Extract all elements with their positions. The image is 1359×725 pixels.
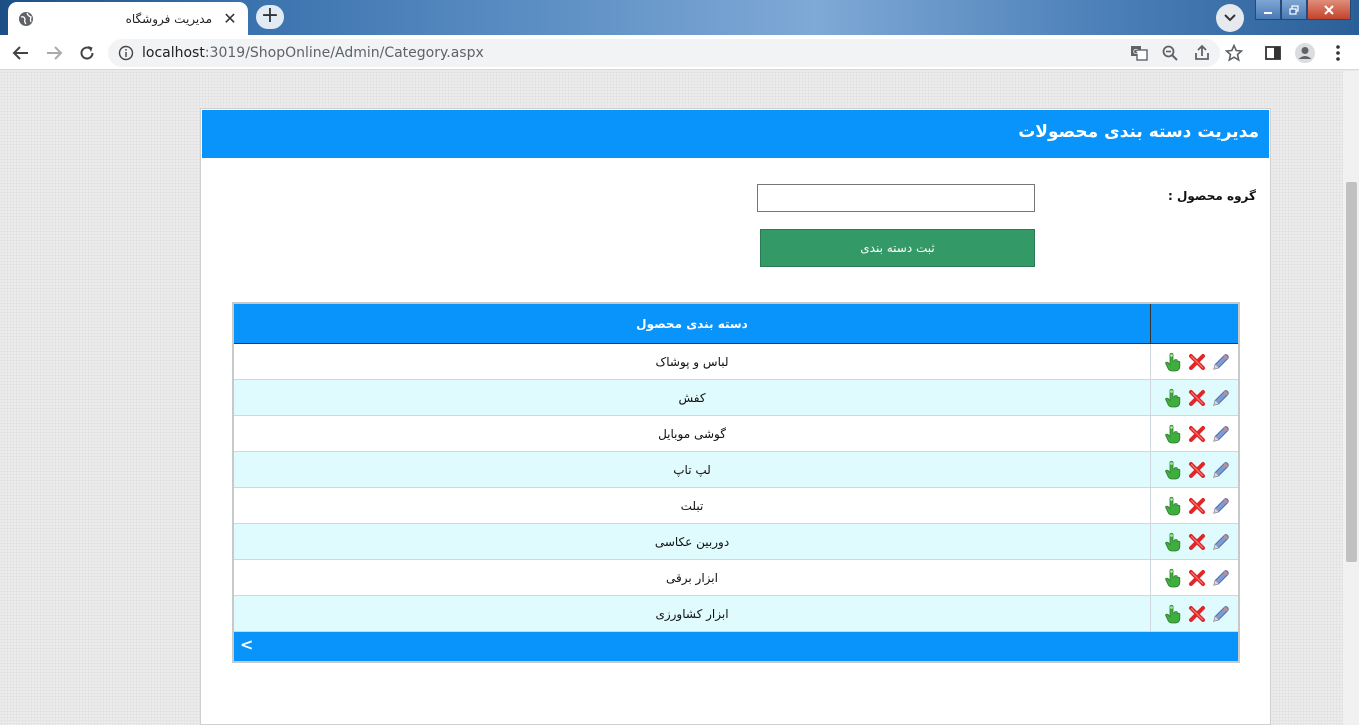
translate-icon[interactable]: G bbox=[1128, 42, 1150, 64]
address-bar[interactable]: localhost:3019/ShopOnline/Admin/Category… bbox=[108, 39, 1220, 67]
select-hand-icon[interactable] bbox=[1162, 459, 1183, 480]
category-name-cell: لپ تاپ bbox=[673, 462, 711, 477]
globe-icon bbox=[18, 11, 34, 27]
delete-x-icon[interactable] bbox=[1186, 531, 1207, 552]
profile-avatar-icon[interactable] bbox=[1294, 42, 1316, 64]
browser-tab[interactable]: مدیریت فروشگاه ✕ bbox=[8, 2, 248, 35]
table-row: دوربین عکاسی bbox=[234, 524, 1238, 560]
browser-toolbar: localhost:3019/ShopOnline/Admin/Category… bbox=[0, 35, 1359, 70]
table-row: لپ تاپ bbox=[234, 452, 1238, 488]
pager-next-link[interactable]: < bbox=[240, 635, 253, 654]
edit-pencil-icon[interactable] bbox=[1210, 423, 1231, 444]
zoom-icon[interactable] bbox=[1159, 42, 1181, 64]
table-row: کفش bbox=[234, 380, 1238, 416]
delete-x-icon[interactable] bbox=[1186, 459, 1207, 480]
minimize-button[interactable] bbox=[1255, 0, 1281, 20]
minimize-icon bbox=[1264, 11, 1272, 14]
category-name-cell: تبلت bbox=[680, 498, 704, 513]
scrollbar-thumb[interactable] bbox=[1346, 182, 1357, 562]
reload-button[interactable] bbox=[76, 42, 98, 64]
category-panel: مدیریت دسته بندی محصولات گروه محصول : ثب… bbox=[200, 108, 1271, 725]
window-controls bbox=[1255, 0, 1351, 20]
url-text: localhost:3019/ShopOnline/Admin/Category… bbox=[142, 45, 484, 61]
menu-kebab-icon[interactable] bbox=[1327, 42, 1349, 64]
select-hand-icon[interactable] bbox=[1162, 531, 1183, 552]
tab-search-button[interactable] bbox=[1216, 4, 1244, 32]
column-header-category: دسته بندی محصول bbox=[636, 316, 748, 331]
row-actions bbox=[1150, 416, 1238, 451]
category-grid: دسته بندی محصول لباس و پوشاک کفش گوشی موبا… bbox=[232, 302, 1240, 663]
category-name-cell: گوشی موبایل bbox=[658, 426, 726, 441]
category-field-label: گروه محصول : bbox=[1168, 189, 1256, 203]
row-actions bbox=[1150, 560, 1238, 595]
forward-arrow-icon bbox=[47, 46, 63, 60]
delete-x-icon[interactable] bbox=[1186, 495, 1207, 516]
row-actions bbox=[1150, 524, 1238, 559]
share-icon[interactable] bbox=[1191, 42, 1213, 64]
select-hand-icon[interactable] bbox=[1162, 567, 1183, 588]
category-name-cell: کفش bbox=[678, 390, 706, 405]
back-button[interactable] bbox=[10, 42, 32, 64]
table-row: تبلت bbox=[234, 488, 1238, 524]
select-hand-icon[interactable] bbox=[1162, 423, 1183, 444]
back-arrow-icon bbox=[12, 46, 28, 60]
row-actions bbox=[1150, 380, 1238, 415]
window-close-button[interactable] bbox=[1307, 0, 1351, 20]
reload-icon bbox=[80, 46, 94, 60]
table-row: ابزار کشاورزی bbox=[234, 596, 1238, 632]
browser-tabstrip: مدیریت فروشگاه ✕ + bbox=[0, 0, 1359, 35]
select-hand-icon[interactable] bbox=[1162, 495, 1183, 516]
edit-pencil-icon[interactable] bbox=[1210, 495, 1231, 516]
row-actions bbox=[1150, 596, 1238, 631]
row-actions bbox=[1150, 452, 1238, 487]
select-hand-icon[interactable] bbox=[1162, 387, 1183, 408]
restore-icon bbox=[1289, 4, 1299, 15]
grid-header: دسته بندی محصول bbox=[234, 304, 1238, 344]
restore-button[interactable] bbox=[1281, 0, 1307, 20]
table-row: لباس و پوشاک bbox=[234, 344, 1238, 380]
delete-x-icon[interactable] bbox=[1186, 567, 1207, 588]
tab-title: مدیریت فروشگاه bbox=[125, 11, 212, 26]
submit-category-button[interactable]: ثبت دسته بندی bbox=[760, 229, 1035, 267]
svg-text:G: G bbox=[1133, 48, 1138, 56]
page-scrollbar[interactable] bbox=[1343, 71, 1359, 725]
delete-x-icon[interactable] bbox=[1186, 423, 1207, 444]
edit-pencil-icon[interactable] bbox=[1210, 531, 1231, 552]
row-actions bbox=[1150, 488, 1238, 523]
edit-pencil-icon[interactable] bbox=[1210, 459, 1231, 480]
column-header-actions bbox=[1150, 304, 1238, 343]
category-name-cell: ابزار کشاورزی bbox=[655, 606, 729, 621]
delete-x-icon[interactable] bbox=[1186, 387, 1207, 408]
page-viewport: مدیریت دسته بندی محصولات گروه محصول : ثب… bbox=[0, 71, 1343, 725]
select-hand-icon[interactable] bbox=[1162, 351, 1183, 372]
category-name-cell: لباس و پوشاک bbox=[655, 354, 729, 369]
delete-x-icon[interactable] bbox=[1186, 603, 1207, 624]
table-row: گوشی موبایل bbox=[234, 416, 1238, 452]
edit-pencil-icon[interactable] bbox=[1210, 387, 1231, 408]
category-name-input[interactable] bbox=[757, 184, 1035, 212]
tab-close-icon[interactable]: ✕ bbox=[222, 10, 238, 27]
edit-pencil-icon[interactable] bbox=[1210, 567, 1231, 588]
side-panel-icon[interactable] bbox=[1262, 42, 1284, 64]
category-name-cell: ابزار برقی bbox=[666, 570, 718, 585]
bookmark-star-icon[interactable] bbox=[1223, 42, 1245, 64]
row-actions bbox=[1150, 344, 1238, 379]
edit-pencil-icon[interactable] bbox=[1210, 603, 1231, 624]
info-icon[interactable] bbox=[118, 45, 134, 61]
close-icon bbox=[1324, 4, 1334, 15]
new-tab-button[interactable]: + bbox=[256, 5, 284, 29]
forward-button[interactable] bbox=[43, 42, 65, 64]
category-name-cell: دوربین عکاسی bbox=[654, 534, 730, 549]
grid-pager: < bbox=[234, 632, 1238, 661]
chevron-down-icon bbox=[1224, 14, 1236, 22]
select-hand-icon[interactable] bbox=[1162, 603, 1183, 624]
table-row: ابزار برقی bbox=[234, 560, 1238, 596]
edit-pencil-icon[interactable] bbox=[1210, 351, 1231, 372]
page-title: مدیریت دسته بندی محصولات bbox=[202, 110, 1269, 158]
delete-x-icon[interactable] bbox=[1186, 351, 1207, 372]
